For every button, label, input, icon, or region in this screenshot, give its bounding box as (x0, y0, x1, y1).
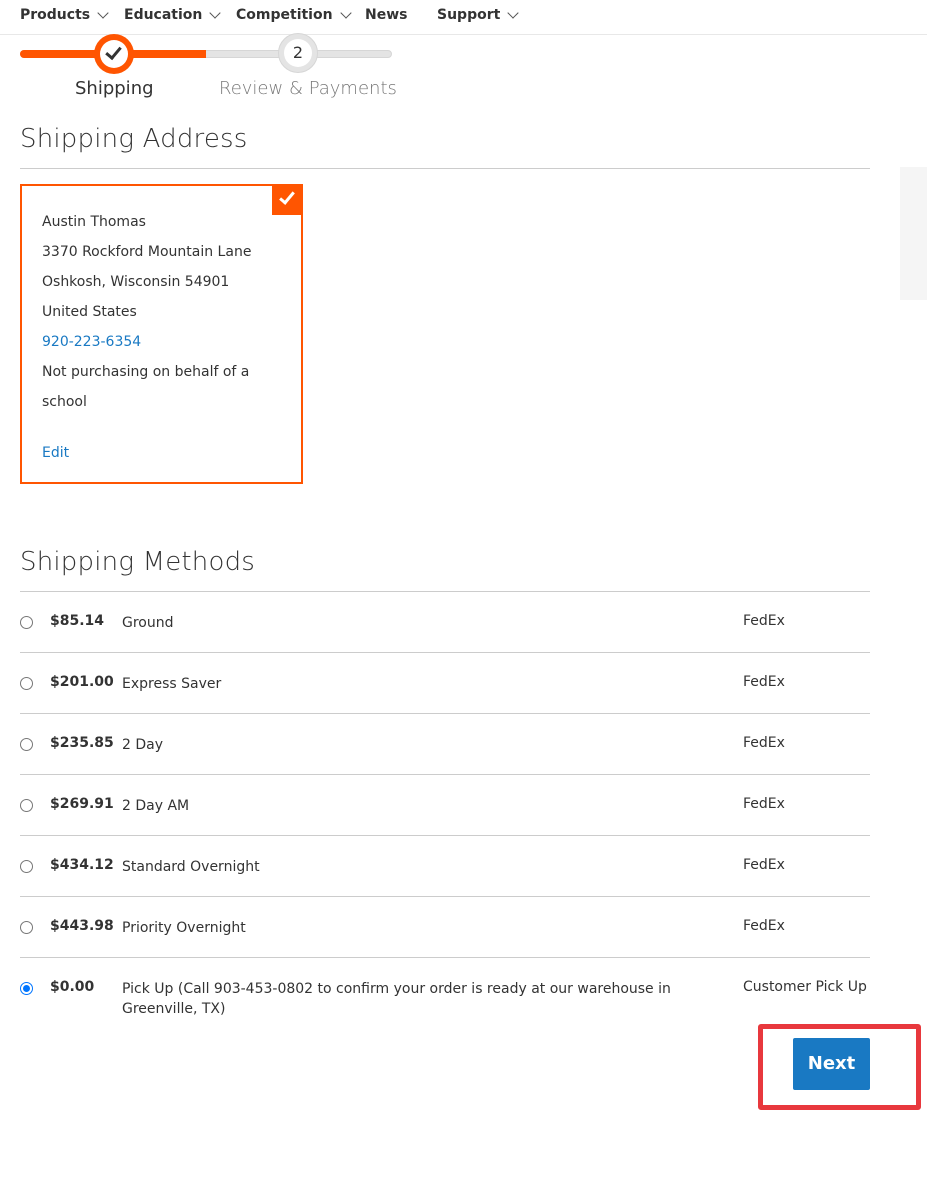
chevron-down-icon (97, 7, 109, 19)
method-price: $443.98 (50, 918, 114, 934)
divider (20, 168, 870, 169)
method-carrier: Customer Pick Up (743, 979, 867, 995)
shipping-address-title: Shipping Address (20, 124, 248, 154)
shipping-method-row[interactable]: $0.00 Pick Up (Call 903-453-0802 to conf… (20, 958, 870, 1028)
address-note-cont: school (42, 394, 87, 410)
nav-item-education[interactable]: Education (124, 7, 222, 23)
method-carrier: FedEx (743, 918, 785, 934)
shipping-method-radio[interactable] (20, 860, 33, 873)
checkmark-icon (105, 42, 122, 61)
nav-item-competition[interactable]: Competition (236, 7, 352, 23)
shipping-method-row[interactable]: $201.00 Express Saver FedEx (20, 653, 870, 714)
next-button[interactable]: Next (793, 1038, 870, 1090)
shipping-method-row[interactable]: $235.85 2 Day FedEx (20, 714, 870, 775)
method-name: Standard Overnight (122, 859, 260, 875)
step-review-label[interactable]: Review & Payments (219, 78, 397, 99)
chevron-down-icon (209, 7, 222, 19)
shipping-method-radio[interactable] (20, 982, 33, 995)
method-name: Pick Up (Call 903-453-0802 to confirm yo… (122, 981, 671, 1017)
shipping-method-radio[interactable] (20, 799, 33, 812)
step-review-indicator: 2 (278, 33, 318, 73)
selected-check-badge (272, 184, 303, 215)
address-city-state-zip: Oshkosh, Wisconsin 54901 (42, 274, 230, 290)
nav-item-label: Education (124, 7, 203, 23)
step-shipping-indicator (94, 34, 134, 74)
method-price: $235.85 (50, 735, 114, 751)
edit-address-link[interactable]: Edit (42, 438, 69, 468)
method-price: $201.00 (50, 674, 114, 690)
shipping-methods-title: Shipping Methods (20, 547, 256, 577)
shipping-method-row[interactable]: $434.12 Standard Overnight FedEx (20, 836, 870, 897)
step-shipping-label: Shipping (75, 78, 154, 99)
method-name: 2 Day AM (122, 798, 190, 814)
top-navigation: Products Education Competition News Supp… (0, 0, 927, 35)
nav-item-news[interactable]: News (365, 7, 407, 23)
chevron-down-icon (507, 7, 519, 19)
method-name: 2 Day (122, 737, 164, 753)
method-carrier: FedEx (743, 857, 785, 873)
method-carrier: FedEx (743, 735, 785, 751)
nav-item-products[interactable]: Products (20, 7, 109, 23)
method-name: Priority Overnight (122, 920, 246, 936)
method-price: $0.00 (50, 979, 95, 995)
method-carrier: FedEx (743, 613, 785, 629)
checkmark-icon (279, 188, 295, 205)
shipping-method-row[interactable]: $443.98 Priority Overnight FedEx (20, 897, 870, 958)
method-name: Ground (122, 615, 174, 631)
nav-item-support[interactable]: Support (437, 7, 519, 23)
method-name: Express Saver (122, 676, 222, 692)
shipping-address-card[interactable]: Austin Thomas 3370 Rockford Mountain Lan… (20, 184, 303, 484)
shipping-method-row[interactable]: $269.91 2 Day AM FedEx (20, 775, 870, 836)
shipping-method-radio[interactable] (20, 921, 33, 934)
nav-item-label: Competition (236, 7, 333, 23)
shipping-method-radio[interactable] (20, 677, 33, 690)
method-carrier: FedEx (743, 796, 785, 812)
nav-item-label: Support (437, 7, 501, 23)
side-panel (900, 167, 927, 300)
chevron-down-icon (339, 7, 352, 19)
step-number: 2 (284, 39, 312, 67)
address-street: 3370 Rockford Mountain Lane (42, 244, 252, 260)
nav-item-label: News (365, 7, 408, 23)
method-carrier: FedEx (743, 674, 785, 690)
address-note: Not purchasing on behalf of a (42, 364, 250, 380)
method-price: $269.91 (50, 796, 114, 812)
nav-item-label: Products (20, 7, 91, 23)
method-price: $85.14 (50, 613, 105, 629)
shipping-method-radio[interactable] (20, 616, 33, 629)
method-price: $434.12 (50, 857, 114, 873)
address-country: United States (42, 304, 137, 320)
shipping-method-radio[interactable] (20, 738, 33, 751)
shipping-method-row[interactable]: $85.14 Ground FedEx (20, 592, 870, 653)
address-name: Austin Thomas (42, 214, 146, 230)
address-phone-link[interactable]: 920-223-6354 (42, 327, 141, 357)
